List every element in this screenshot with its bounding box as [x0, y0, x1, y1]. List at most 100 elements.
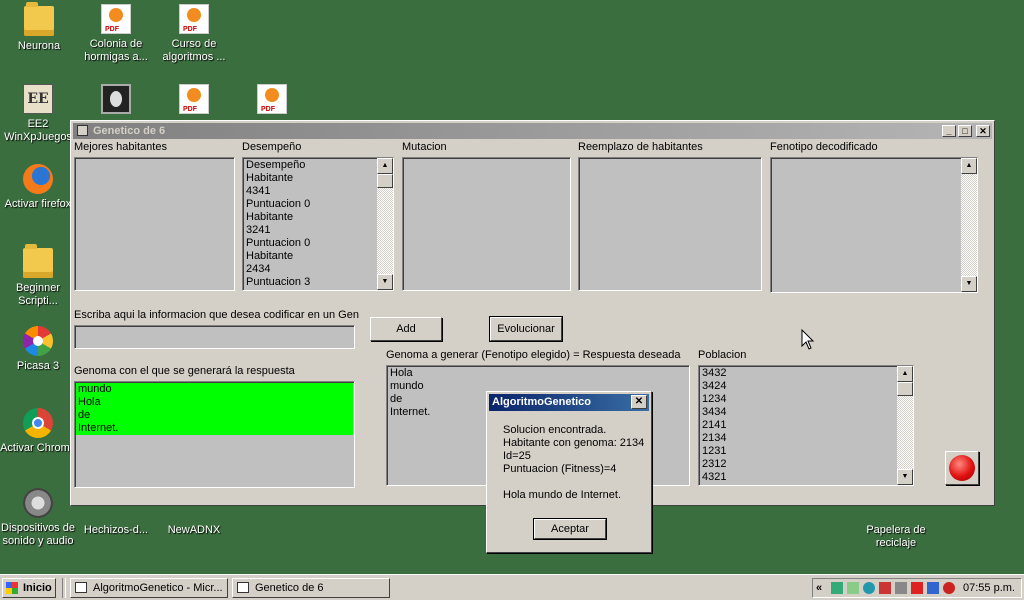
scroll-up-icon[interactable]: ▲: [897, 366, 913, 382]
desktop-icon-pdf-3[interactable]: [154, 84, 234, 118]
list-item[interactable]: 3241: [246, 224, 310, 237]
list-item[interactable]: 1231: [702, 445, 726, 458]
task-label: Genetico de 6: [255, 582, 324, 594]
list-item[interactable]: Puntuacion 3: [246, 276, 310, 289]
scroll-down-icon[interactable]: ▼: [961, 276, 977, 292]
desktop-icon-sonido[interactable]: Dispositivos de sonido y audio: [0, 488, 78, 548]
scroll-thumb[interactable]: [377, 174, 393, 188]
label-mejores: Mejores habitantes: [74, 141, 167, 153]
desempeno-list[interactable]: Desempeño Habitante 4341 Puntuacion 0 Ha…: [242, 157, 394, 291]
list-item[interactable]: mundo: [390, 380, 430, 393]
list-item[interactable]: Habitante: [246, 250, 310, 263]
scroll-up-icon[interactable]: ▲: [377, 158, 393, 174]
fenotipo-list[interactable]: ▲ ▼: [770, 157, 978, 293]
desktop-icon-neurona[interactable]: Neurona: [0, 2, 79, 53]
minimize-icon[interactable]: _: [942, 125, 956, 137]
desktop-icon-ee2[interactable]: EE EE2 WinXpJuegos: [0, 84, 78, 144]
label-mutacion: Mutacion: [402, 141, 447, 153]
list-item[interactable]: 1234: [702, 393, 726, 406]
list-item[interactable]: Puntuacion 0: [246, 198, 310, 211]
list-item[interactable]: Habitante: [246, 172, 310, 185]
mejores-list[interactable]: [74, 157, 235, 291]
chrome-icon: [23, 408, 53, 438]
desktop-icon-label: Hechizos-d...: [83, 524, 149, 536]
battery-tray-icon[interactable]: [847, 582, 859, 594]
taskbar-item-algoritmo[interactable]: AlgoritmoGenetico - Micr...: [70, 578, 228, 598]
pdf-file-icon: [101, 4, 131, 36]
list-item[interactable]: Internet.: [390, 406, 430, 419]
desktop-icon-label: Beginner Scripti...: [15, 282, 61, 307]
alert-tray-icon[interactable]: [911, 582, 923, 594]
ie-tray-icon[interactable]: [863, 582, 875, 594]
desktop-icon-hechizos[interactable]: Hechizos-d...: [76, 524, 156, 537]
desktop-icon-colonia[interactable]: Colonia de hormigas a...: [76, 4, 156, 64]
list-item[interactable]: 3434: [702, 406, 726, 419]
scroll-up-icon[interactable]: ▲: [961, 158, 977, 174]
desempeno-scrollbar[interactable]: ▲ ▼: [377, 158, 393, 290]
evolucionar-button[interactable]: Evolucionar: [489, 316, 563, 342]
list-item[interactable]: 4321: [702, 471, 726, 484]
add-button[interactable]: Add: [370, 317, 442, 341]
desktop-icon-curso[interactable]: Curso de algoritmos ...: [154, 4, 234, 64]
security-tray-icon[interactable]: [879, 582, 891, 594]
list-item[interactable]: 4341: [246, 185, 310, 198]
fenotipo-scrollbar[interactable]: ▲ ▼: [961, 158, 977, 292]
list-item[interactable]: Habitante: [246, 211, 310, 224]
close-icon[interactable]: ✕: [976, 125, 990, 137]
desktop-icon-beginner[interactable]: Beginner Scripti...: [0, 244, 78, 308]
list-item[interactable]: de: [78, 409, 118, 422]
mutacion-list[interactable]: [402, 157, 571, 291]
desktop-icon-papelera[interactable]: Papelera de reciclaje: [856, 524, 936, 550]
start-button[interactable]: Inicio: [2, 578, 56, 598]
list-item[interactable]: mundo: [78, 383, 118, 396]
list-item[interactable]: Desempeño: [246, 159, 310, 172]
scroll-thumb[interactable]: [897, 382, 913, 396]
list-item[interactable]: 2434: [246, 263, 310, 276]
desktop-icon-firefox[interactable]: Activar firefox: [0, 164, 78, 211]
gen-input[interactable]: [74, 325, 355, 349]
maximize-icon[interactable]: □: [958, 125, 972, 137]
dialog-titlebar[interactable]: AlgoritmoGenetico ✕: [489, 394, 649, 411]
list-item[interactable]: Hola: [78, 396, 118, 409]
display-tray-icon[interactable]: [927, 582, 939, 594]
list-item[interactable]: de: [390, 393, 430, 406]
desktop-icon-newadnx[interactable]: NewADNX: [154, 524, 234, 537]
desktop-icon-picasa[interactable]: Picasa 3: [0, 326, 78, 373]
window-title: Genetico de 6: [93, 125, 166, 137]
window-titlebar[interactable]: Genetico de 6 _ □ ✕: [73, 123, 992, 139]
task-label: AlgoritmoGenetico - Micr...: [93, 582, 223, 594]
aceptar-button[interactable]: Aceptar: [533, 518, 607, 540]
taskbar-item-genetico[interactable]: Genetico de 6: [232, 578, 390, 598]
list-item[interactable]: Internet.: [78, 422, 118, 435]
scroll-down-icon[interactable]: ▼: [377, 274, 393, 290]
list-item[interactable]: 3432: [702, 367, 726, 380]
volume-tray-icon[interactable]: [895, 582, 907, 594]
list-item[interactable]: 2312: [702, 458, 726, 471]
dialog-close-icon[interactable]: ✕: [631, 395, 647, 409]
poblacion-list[interactable]: 3432 3424 1234 3434 2141 2134 1231 2312 …: [698, 365, 914, 486]
poblacion-scrollbar[interactable]: ▲ ▼: [897, 366, 913, 485]
dialog-line: Solucion encontrada.: [503, 424, 607, 436]
scroll-down-icon[interactable]: ▼: [897, 469, 913, 485]
list-item[interactable]: 3424: [702, 380, 726, 393]
quick-launch: [62, 578, 66, 598]
list-item[interactable]: 2134: [702, 432, 726, 445]
label-fenotipo: Fenotipo decodificado: [770, 141, 878, 153]
desktop-icon-label: Picasa 3: [16, 360, 60, 372]
list-item[interactable]: Puntuacion 0: [246, 237, 310, 250]
desktop-icon-label: Activar Chrome: [0, 442, 76, 454]
dialog-line: Habitante con genoma: 2134: [503, 437, 645, 449]
dialog-message: Hola mundo de Internet.: [503, 489, 622, 501]
desktop-icon-pdf-4[interactable]: [232, 84, 312, 118]
genoma-con-list[interactable]: mundo Hola de Internet.: [74, 381, 355, 488]
list-item[interactable]: Hola: [390, 367, 430, 380]
desktop-icon-photo[interactable]: [76, 84, 156, 118]
list-item[interactable]: 2141: [702, 419, 726, 432]
stop-button[interactable]: [945, 451, 979, 485]
reemplazo-list[interactable]: [578, 157, 762, 291]
dialog-title: AlgoritmoGenetico: [492, 396, 592, 408]
network-tray-icon[interactable]: [831, 582, 843, 594]
opera-tray-icon[interactable]: [943, 582, 955, 594]
desktop-icon-chrome[interactable]: Activar Chrome: [0, 408, 78, 455]
tray-expand-icon[interactable]: «: [816, 579, 822, 597]
